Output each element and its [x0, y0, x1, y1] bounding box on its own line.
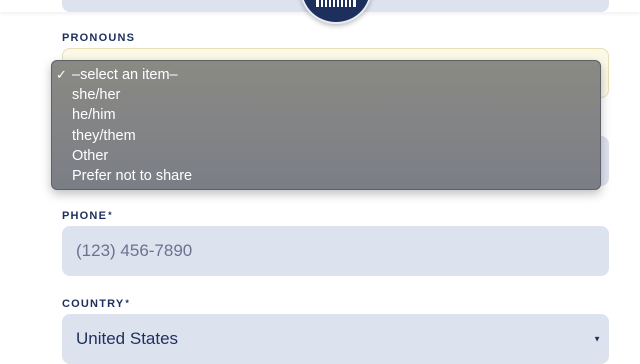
- dropdown-option[interactable]: ✓ –select an item–: [52, 65, 600, 85]
- country-label: COUNTRY*: [62, 298, 131, 310]
- phone-placeholder: (123) 456-7890: [76, 241, 193, 260]
- dropdown-option[interactable]: they/them: [52, 126, 600, 146]
- seal-logo: [300, 0, 372, 24]
- required-mark: *: [108, 210, 113, 220]
- dropdown-option[interactable]: he/him: [52, 105, 600, 125]
- dropdown-option[interactable]: Other: [52, 146, 600, 166]
- dropdown-option[interactable]: Prefer not to share: [52, 166, 600, 186]
- country-select[interactable]: United States ▼: [62, 314, 609, 364]
- dropdown-option[interactable]: she/her: [52, 85, 600, 105]
- phone-input[interactable]: (123) 456-7890: [62, 226, 609, 276]
- building-icon: [316, 0, 356, 7]
- pronouns-label: PRONOUNS: [62, 32, 136, 44]
- phone-label: PHONE*: [62, 210, 113, 222]
- checkmark-icon: ✓: [56, 67, 67, 82]
- required-mark: *: [125, 298, 131, 308]
- pronouns-dropdown-list: ✓ –select an item– she/her he/him they/t…: [51, 60, 601, 190]
- chevron-down-icon: ▼: [593, 334, 601, 344]
- country-value: United States: [76, 329, 179, 348]
